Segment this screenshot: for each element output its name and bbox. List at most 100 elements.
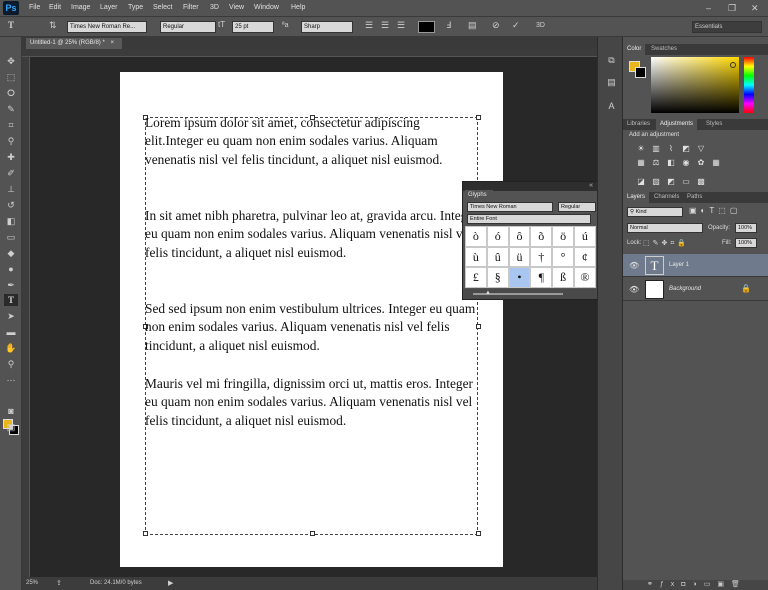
collapse-icon[interactable]: « (589, 182, 593, 189)
exposure-icon[interactable]: ◩ (680, 144, 692, 154)
tab-paths[interactable]: Paths (683, 192, 706, 203)
filter-icons[interactable]: ▣◐T⬚▢ (689, 206, 741, 215)
text-paragraph-3[interactable]: Sed sed ipsum non enim vestibulum ultric… (145, 300, 480, 355)
photo-filter-icon[interactable]: ◉ (680, 158, 692, 168)
gradient-tool-icon[interactable]: ▭ (4, 231, 18, 243)
font-size-field[interactable]: 25 pt (232, 21, 274, 33)
font-style-select[interactable]: Regular (160, 21, 216, 33)
glyph-cell[interactable]: û (486, 246, 509, 268)
menu-help[interactable]: Help (291, 4, 305, 11)
menu-window[interactable]: Window (254, 4, 279, 11)
text-paragraph-2[interactable]: In sit amet nibh pharetra, pulvinar leo … (145, 207, 480, 262)
text-color-swatch[interactable] (418, 21, 435, 33)
blur-tool-icon[interactable]: ◆ (4, 247, 18, 259)
character-panel-icon[interactable]: ▤ (468, 20, 477, 31)
glyph-cell[interactable]: ¶ (530, 267, 553, 288)
align-center-icon[interactable]: ☰ (381, 20, 389, 31)
color-panel-background[interactable] (635, 67, 646, 78)
dodge-tool-icon[interactable]: ● (4, 263, 18, 275)
hue-saturation-icon[interactable]: ▦ (635, 158, 647, 168)
cancel-icon[interactable]: ⊘ (492, 20, 500, 31)
tab-styles[interactable]: Styles (702, 119, 726, 130)
crop-tool-icon[interactable]: ⌗ (4, 119, 18, 131)
glyph-cell[interactable]: õ (530, 226, 553, 247)
font-family-select[interactable]: Times New Roman Re... (67, 21, 147, 33)
blend-mode-select[interactable]: Normal (627, 223, 703, 233)
close-tab-icon[interactable]: × (110, 40, 114, 46)
glyph-cell[interactable]: ù (465, 246, 487, 268)
menu-file[interactable]: File (29, 4, 40, 11)
glyph-cell[interactable]: § (486, 267, 509, 288)
tab-libraries[interactable]: Libraries (623, 119, 654, 130)
glyph-cell[interactable]: ß (552, 267, 574, 288)
menu-edit[interactable]: Edit (49, 4, 61, 11)
glyphs-font-select[interactable]: Times New Roman (467, 202, 553, 212)
tab-channels[interactable]: Channels (650, 192, 683, 203)
type-tool-active-icon[interactable]: T (4, 294, 18, 306)
align-left-icon[interactable]: ☰ (365, 20, 373, 31)
glyphs-tab[interactable]: Glyphs (465, 190, 493, 200)
menu-3d[interactable]: 3D (210, 4, 219, 11)
tab-swatches[interactable]: Swatches (647, 44, 681, 55)
stamp-tool-icon[interactable]: ⊥ (4, 183, 18, 195)
menu-filter[interactable]: Filter (183, 4, 199, 11)
status-arrow-icon[interactable]: ▶ (168, 579, 173, 587)
color-picker-marker[interactable] (730, 62, 736, 68)
antialias-select[interactable]: Sharp (301, 21, 353, 33)
orient-icon[interactable]: ⇅ (49, 20, 57, 31)
glyph-cell[interactable]: £ (465, 267, 487, 288)
menu-layer[interactable]: Layer (100, 4, 118, 11)
text-paragraph-4[interactable]: Mauris vel mi fringilla, dignissim orci … (145, 375, 480, 430)
posterize-icon[interactable]: ▨ (650, 177, 662, 187)
healing-tool-icon[interactable]: ✚ (4, 151, 18, 163)
eye-icon[interactable]: 👁 (629, 285, 639, 294)
zoom-tool-icon[interactable]: ⚲ (4, 358, 18, 370)
selective-color-icon[interactable]: ▩ (695, 177, 707, 187)
restore-button[interactable]: ❐ (728, 3, 736, 14)
fill-field[interactable]: 100% (735, 238, 757, 248)
more-tools-icon[interactable]: ⋯ (4, 374, 18, 386)
screen-mode-icon[interactable]: ▣ (4, 421, 18, 433)
hue-slider[interactable] (744, 57, 754, 113)
eraser-tool-icon[interactable]: ◧ (4, 215, 18, 227)
glyph-cell[interactable]: ó (486, 226, 509, 247)
lock-icons[interactable]: ⬚✎✥⌗🔒 (643, 239, 689, 248)
align-right-icon[interactable]: ☰ (397, 20, 405, 31)
path-select-icon[interactable]: ➤ (4, 310, 18, 322)
3d-icon[interactable]: 3D (536, 22, 545, 29)
glyph-cell-selected[interactable]: • (508, 267, 531, 288)
layer-row-selected[interactable]: 👁 T Layer 1 (623, 254, 768, 277)
share-icon[interactable]: ⇪ (56, 579, 62, 587)
slider-thumb-icon[interactable]: ▲ (485, 290, 491, 296)
curves-icon[interactable]: ⌇ (665, 144, 677, 154)
layer-name[interactable]: Layer 1 (669, 262, 689, 268)
menu-type[interactable]: Type (128, 4, 143, 11)
vibrance-icon[interactable]: ▽ (695, 144, 707, 154)
glyph-cell[interactable]: ® (573, 267, 596, 288)
layer-name[interactable]: Background (669, 286, 701, 292)
text-paragraph-1[interactable]: Lorem ipsum dolor sit amet, consectetur … (145, 114, 480, 169)
layer-row[interactable]: 👁 Background 🔒 (623, 278, 768, 301)
color-balance-icon[interactable]: ⚖ (650, 158, 662, 168)
type-tool-icon[interactable]: T (8, 20, 14, 30)
glyph-cell[interactable]: ° (552, 246, 574, 268)
workspace-select[interactable]: Essentials (692, 21, 762, 33)
properties-panel-icon[interactable]: ▤ (605, 77, 618, 89)
lasso-tool-icon[interactable]: ⵔ (4, 87, 18, 99)
layer-filter-select[interactable]: ⚲ Kind (627, 207, 683, 217)
transform-handle[interactable] (143, 531, 148, 536)
glyphs-show-select[interactable]: Entire Font (467, 214, 591, 224)
pen-tool-icon[interactable]: ✒ (4, 279, 18, 291)
glyphs-style-select[interactable]: Regular (558, 202, 596, 212)
tab-layers[interactable]: Layers (623, 192, 650, 203)
gradient-map-icon[interactable]: ▭ (680, 177, 692, 187)
brightness-icon[interactable]: ☀ (635, 144, 647, 154)
zoom-level[interactable]: 25% (26, 580, 38, 586)
close-window-button[interactable]: ✕ (751, 3, 759, 14)
glyph-cell[interactable]: † (530, 246, 553, 268)
color-lookup-icon[interactable]: ▦ (710, 158, 722, 168)
glyph-cell[interactable]: ¢ (573, 246, 596, 268)
quick-select-tool-icon[interactable]: ✎ (4, 103, 18, 115)
marquee-tool-icon[interactable]: ⬚ (4, 71, 18, 83)
menu-select[interactable]: Select (153, 4, 172, 11)
